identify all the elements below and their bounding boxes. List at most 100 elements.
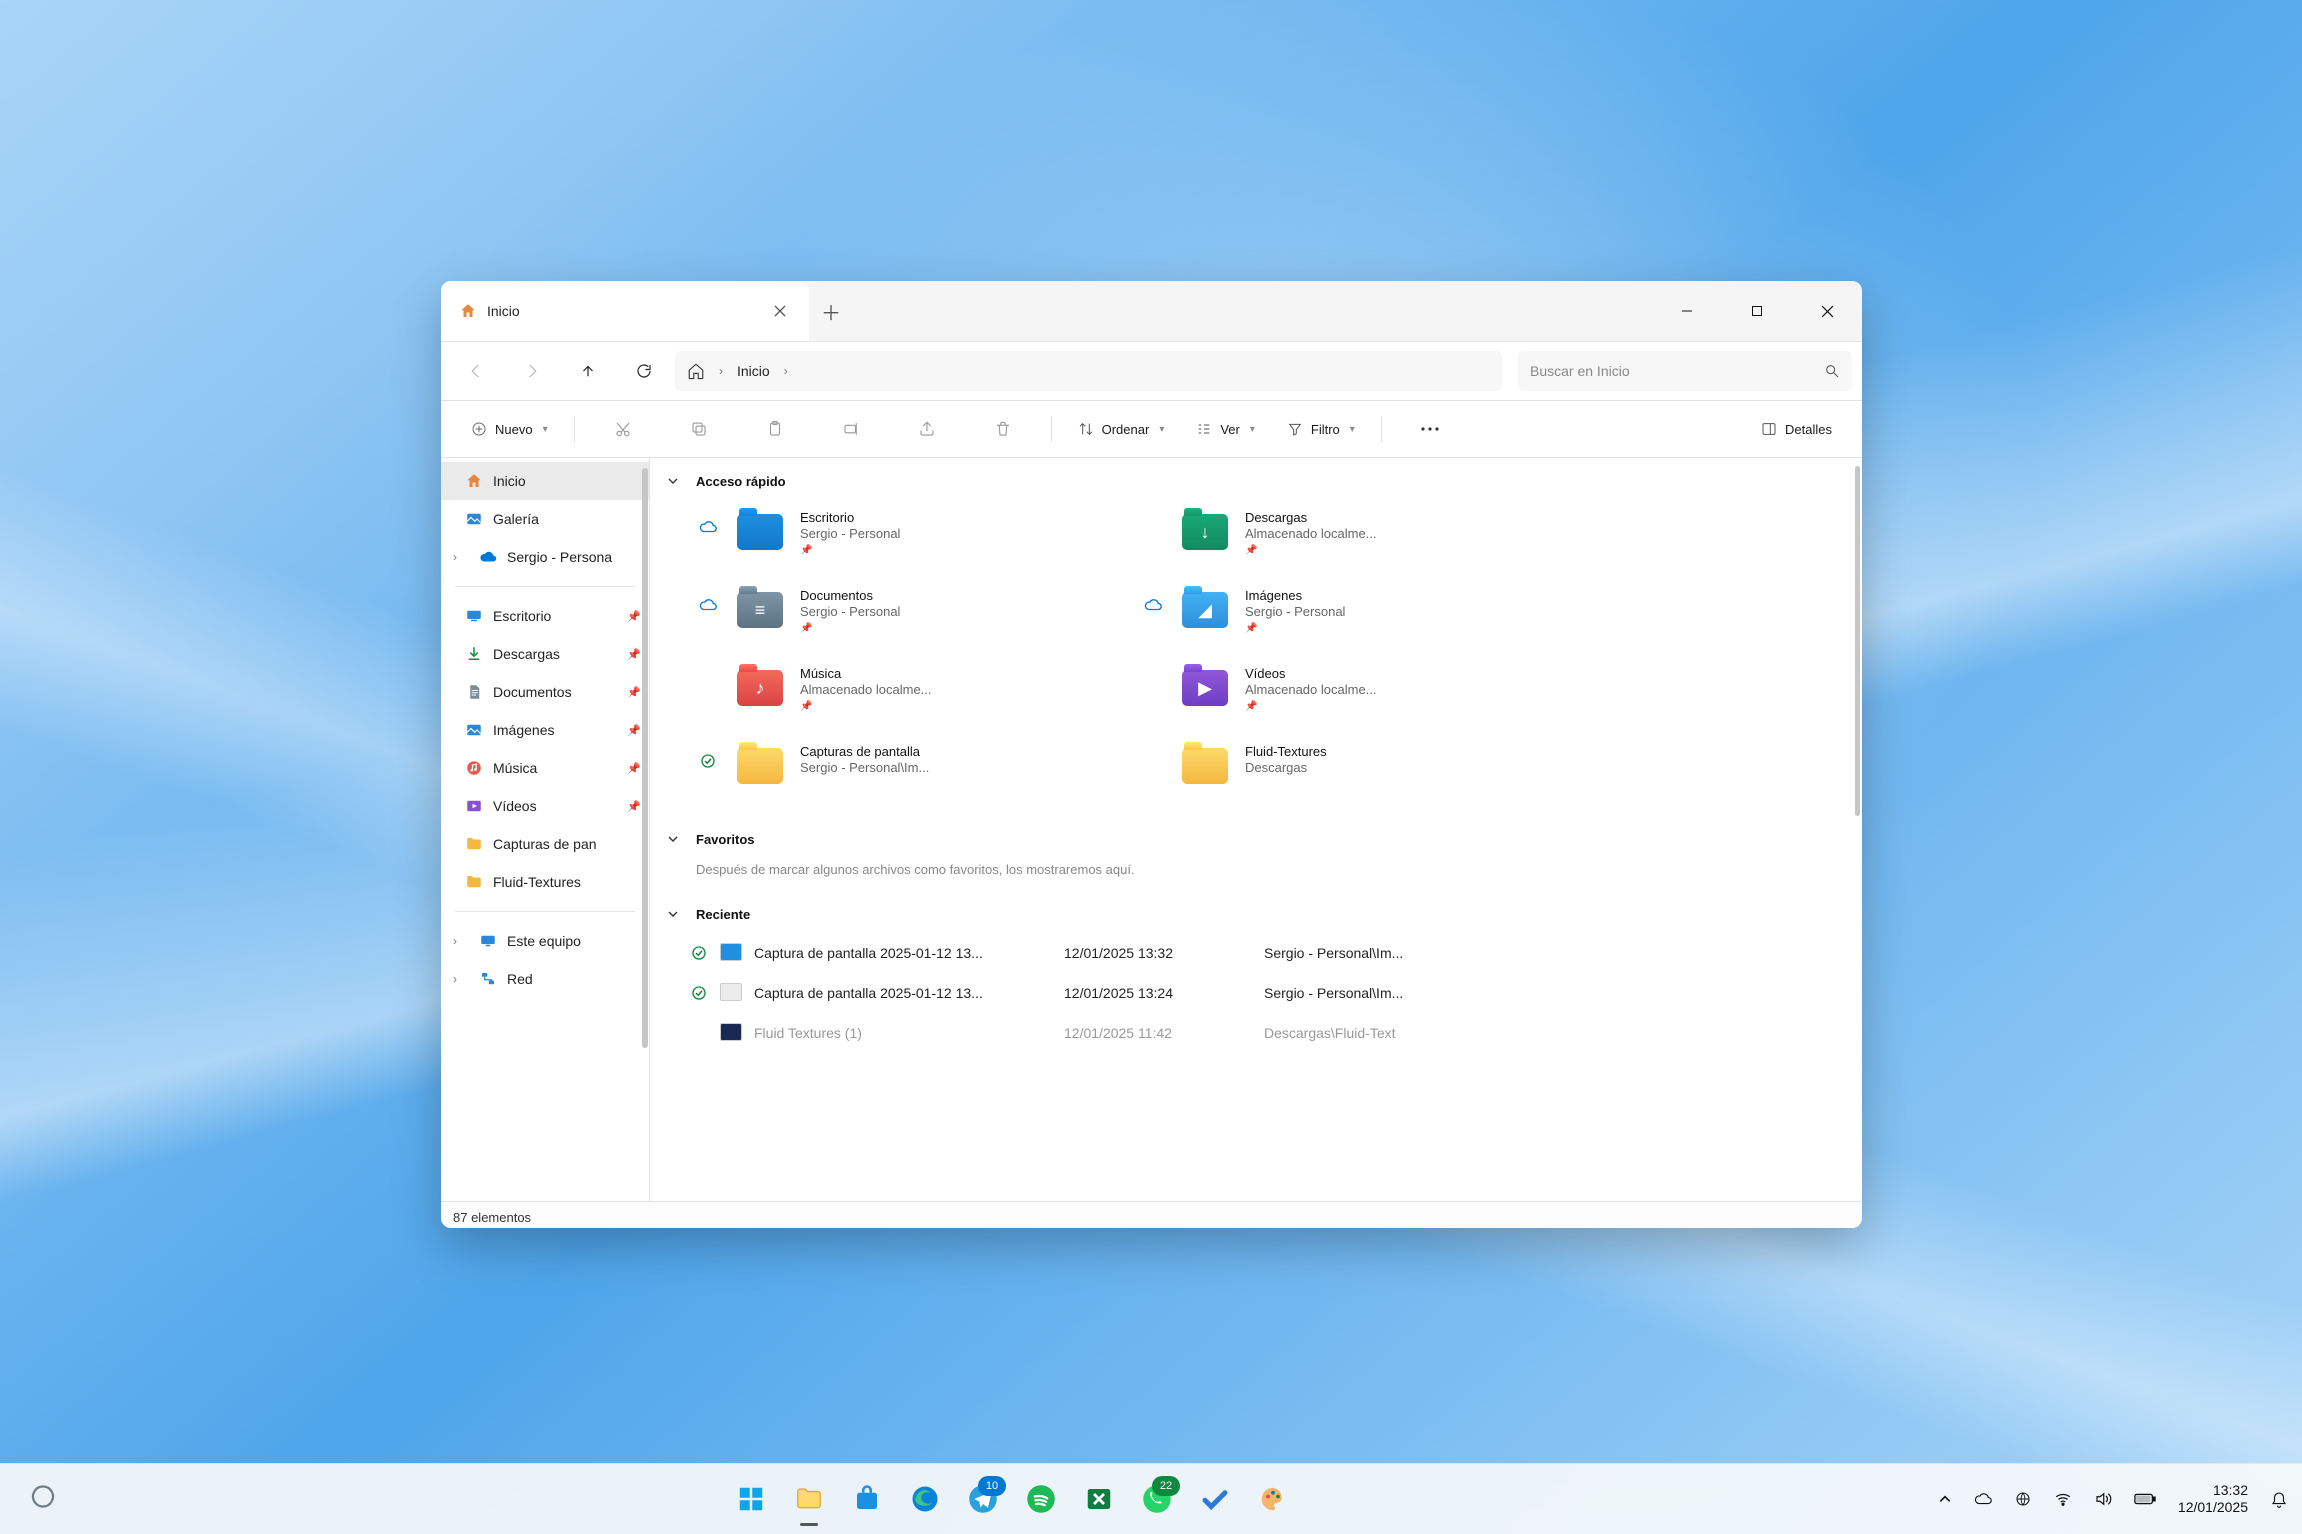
taskbar-clock[interactable]: 13:32 12/01/2025 xyxy=(2178,1482,2248,1517)
pin-icon: 📌 xyxy=(627,686,641,699)
refresh-button[interactable] xyxy=(619,351,669,391)
chevron-right-icon[interactable]: › xyxy=(453,934,469,948)
share-button[interactable] xyxy=(891,411,963,447)
taskbar-paint[interactable] xyxy=(1246,1472,1300,1526)
sidebar-item-home[interactable]: Inicio xyxy=(441,462,649,500)
quick-access-item[interactable]: Fluid-Textures Descargas xyxy=(1135,734,1570,806)
battery-icon[interactable] xyxy=(2134,1492,2156,1506)
sidebar-pinned-item[interactable]: Vídeos📌 xyxy=(441,787,649,825)
close-tab-button[interactable] xyxy=(765,296,795,326)
tray-chevron-icon[interactable] xyxy=(1938,1492,1952,1506)
quick-access-item[interactable]: ▶ Vídeos Almacenado localme... 📌 xyxy=(1135,656,1570,728)
taskbar-telegram[interactable]: 10 xyxy=(956,1472,1010,1526)
pin-icon: 📌 xyxy=(1245,545,1377,558)
view-button[interactable]: Ver▾ xyxy=(1182,411,1269,447)
close-window-button[interactable] xyxy=(1792,281,1862,341)
maximize-button[interactable] xyxy=(1722,281,1792,341)
section-recent[interactable]: Reciente xyxy=(650,891,1862,933)
taskbar-spotify[interactable] xyxy=(1014,1472,1068,1526)
file-thumb xyxy=(720,943,754,964)
view-icon xyxy=(1196,421,1212,437)
breadcrumb-inicio[interactable]: Inicio xyxy=(737,363,770,379)
sidebar-item-network[interactable]: › Red xyxy=(441,960,649,998)
wifi-icon[interactable] xyxy=(2054,1490,2072,1508)
back-button[interactable] xyxy=(451,351,501,391)
new-button[interactable]: Nuevo▾ xyxy=(457,411,562,447)
folder-icon: ↓ xyxy=(1179,510,1231,554)
paste-button[interactable] xyxy=(739,411,811,447)
sidebar-pinned-item[interactable]: Escritorio📌 xyxy=(441,597,649,635)
taskbar-whatsapp[interactable]: 22 xyxy=(1130,1472,1184,1526)
sidebar-pinned-item[interactable]: Imágenes📌 xyxy=(441,711,649,749)
home-icon xyxy=(459,302,477,320)
taskbar-start[interactable] xyxy=(724,1472,778,1526)
quick-access-item[interactable]: ≡ Documentos Sergio - Personal 📌 xyxy=(690,578,1125,650)
minimize-button[interactable] xyxy=(1652,281,1722,341)
recent-item[interactable]: Fluid Textures (1) 12/01/2025 11:42 Desc… xyxy=(690,1013,1842,1053)
rename-button[interactable] xyxy=(815,411,887,447)
folder-icon xyxy=(734,510,786,554)
details-pane-button[interactable]: Detalles xyxy=(1747,411,1846,447)
volume-icon[interactable] xyxy=(2094,1490,2112,1508)
sidebar-scrollbar[interactable] xyxy=(642,468,648,1048)
search-box[interactable]: Buscar en Inicio xyxy=(1518,351,1852,391)
filter-button[interactable]: Filtro▾ xyxy=(1273,411,1369,447)
copilot-button[interactable] xyxy=(16,1472,70,1526)
sidebar-pinned-item[interactable]: Documentos📌 xyxy=(441,673,649,711)
sidebar-pinned-item[interactable]: Música📌 xyxy=(441,749,649,787)
taskbar-store[interactable] xyxy=(840,1472,894,1526)
quick-access-item[interactable]: ↓ Descargas Almacenado localme... 📌 xyxy=(1135,500,1570,572)
system-tray: 13:32 12/01/2025 xyxy=(1938,1482,2302,1517)
image-icon xyxy=(465,721,483,739)
taskbar: 10 22 13:32 12/01/2025 xyxy=(0,1463,2302,1534)
quick-access-item[interactable]: ♪ Música Almacenado localme... 📌 xyxy=(690,656,1125,728)
content-scrollbar[interactable] xyxy=(1855,466,1860,816)
command-bar: Nuevo▾ Ordenar▾ Ver▾ Filtro▾ xyxy=(441,401,1862,458)
taskbar-explorer[interactable] xyxy=(782,1472,836,1526)
cut-button[interactable] xyxy=(587,411,659,447)
quick-access-item[interactable]: Capturas de pantalla Sergio - Personal\I… xyxy=(690,734,1125,806)
sidebar-item-onedrive[interactable]: › Sergio - Persona xyxy=(441,538,649,576)
notifications-icon[interactable] xyxy=(2270,1490,2288,1508)
forward-button[interactable] xyxy=(507,351,557,391)
section-quick-access[interactable]: Acceso rápido xyxy=(650,458,1862,500)
sidebar-item-gallery[interactable]: Galería xyxy=(441,500,649,538)
new-tab-button[interactable]: ＋ xyxy=(809,281,853,341)
recent-item[interactable]: Captura de pantalla 2025-01-12 13... 12/… xyxy=(690,973,1842,1013)
address-bar[interactable]: › Inicio › xyxy=(675,351,1502,391)
chevron-down-icon: ▾ xyxy=(1159,424,1164,435)
sidebar-pinned-item[interactable]: Descargas📌 xyxy=(441,635,649,673)
details-icon xyxy=(1761,421,1777,437)
taskbar-todo[interactable] xyxy=(1188,1472,1242,1526)
sort-button[interactable]: Ordenar▾ xyxy=(1064,411,1179,447)
sidebar-pinned-item[interactable]: Fluid-Textures xyxy=(441,863,649,901)
quick-access-item[interactable]: Escritorio Sergio - Personal 📌 xyxy=(690,500,1125,572)
folder-icon xyxy=(734,744,786,788)
recent-item[interactable]: Captura de pantalla 2025-01-12 13... 12/… xyxy=(690,933,1842,973)
chevron-down-icon xyxy=(662,903,684,925)
copy-button[interactable] xyxy=(663,411,735,447)
up-button[interactable] xyxy=(563,351,613,391)
nav-toolbar: › Inicio › Buscar en Inicio xyxy=(441,342,1862,401)
chevron-right-icon: › xyxy=(719,364,723,378)
chevron-down-icon: ▾ xyxy=(543,424,548,435)
cloud-icon xyxy=(479,548,497,566)
chevron-right-icon[interactable]: › xyxy=(453,550,469,564)
tab-inicio[interactable]: Inicio xyxy=(441,281,809,341)
tab-label: Inicio xyxy=(487,303,520,319)
language-tray-icon[interactable] xyxy=(2014,1490,2032,1508)
sidebar-pinned-item[interactable]: Capturas de pan xyxy=(441,825,649,863)
taskbar-excel[interactable] xyxy=(1072,1472,1126,1526)
onedrive-tray-icon[interactable] xyxy=(1974,1490,1992,1508)
sync-status-icon xyxy=(696,660,720,674)
section-favorites[interactable]: Favoritos xyxy=(650,816,1862,858)
delete-button[interactable] xyxy=(967,411,1039,447)
pin-icon: 📌 xyxy=(627,800,641,813)
chevron-right-icon[interactable]: › xyxy=(453,972,469,986)
pin-icon: 📌 xyxy=(627,610,641,623)
more-button[interactable] xyxy=(1394,411,1466,447)
sync-status-icon xyxy=(690,944,720,962)
quick-access-item[interactable]: ◢ Imágenes Sergio - Personal 📌 xyxy=(1135,578,1570,650)
taskbar-edge[interactable] xyxy=(898,1472,952,1526)
sidebar-item-this-pc[interactable]: › Este equipo xyxy=(441,922,649,960)
